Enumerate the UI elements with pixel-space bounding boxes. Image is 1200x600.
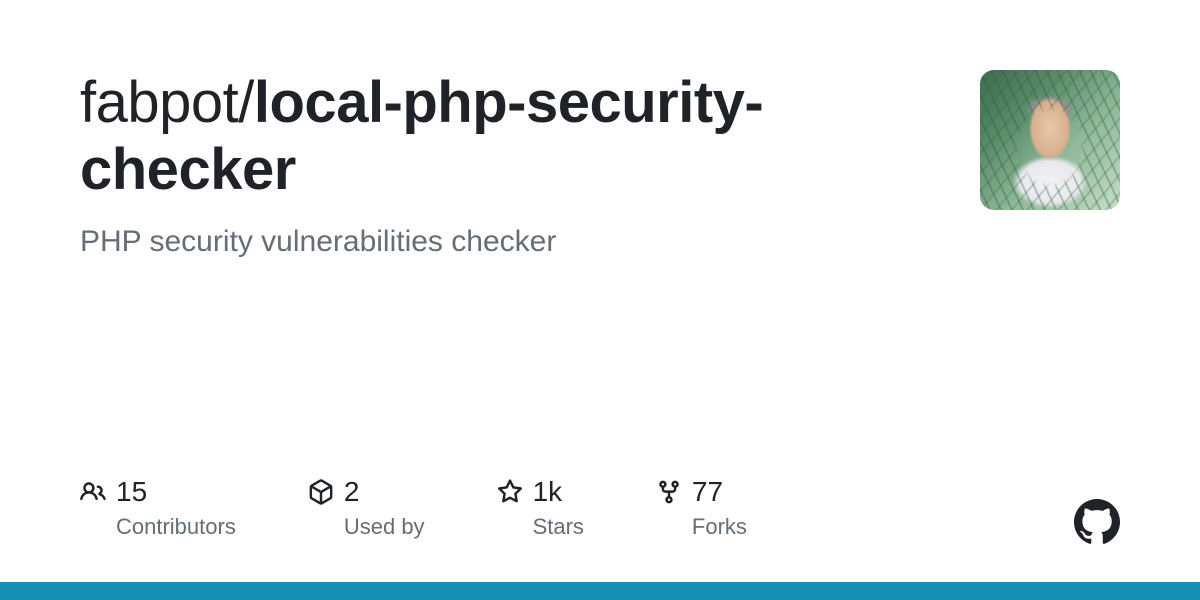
stat-value: 1k xyxy=(533,476,563,508)
stats-row: 15 Contributors 2 Used by 1k Stars 77 Fo… xyxy=(80,476,747,540)
stat-value: 2 xyxy=(344,476,360,508)
stat-forks: 77 Forks xyxy=(656,476,747,540)
avatar xyxy=(980,70,1120,210)
stat-contributors: 15 Contributors xyxy=(80,476,236,540)
repo-separator: / xyxy=(238,70,254,135)
stat-label: Stars xyxy=(533,514,584,540)
social-preview-card: fabpot/local-php-security-checker PHP se… xyxy=(0,0,1200,600)
repo-owner: fabpot xyxy=(80,70,238,135)
stat-value: 15 xyxy=(116,476,147,508)
stat-label: Forks xyxy=(692,514,747,540)
header-row: fabpot/local-php-security-checker PHP se… xyxy=(80,70,1120,259)
stat-stars: 1k Stars xyxy=(497,476,584,540)
fork-icon xyxy=(656,479,682,505)
people-icon xyxy=(80,479,106,505)
stat-usedby: 2 Used by xyxy=(308,476,425,540)
stat-label: Contributors xyxy=(116,514,236,540)
repo-title: fabpot/local-php-security-checker xyxy=(80,70,860,203)
github-logo-icon xyxy=(1074,499,1120,545)
star-icon xyxy=(497,479,523,505)
stat-value: 77 xyxy=(692,476,723,508)
package-icon xyxy=(308,479,334,505)
repo-description: PHP security vulnerabilities checker xyxy=(80,225,860,259)
title-block: fabpot/local-php-security-checker PHP se… xyxy=(80,70,860,259)
accent-bar xyxy=(0,582,1200,600)
stat-label: Used by xyxy=(344,514,425,540)
